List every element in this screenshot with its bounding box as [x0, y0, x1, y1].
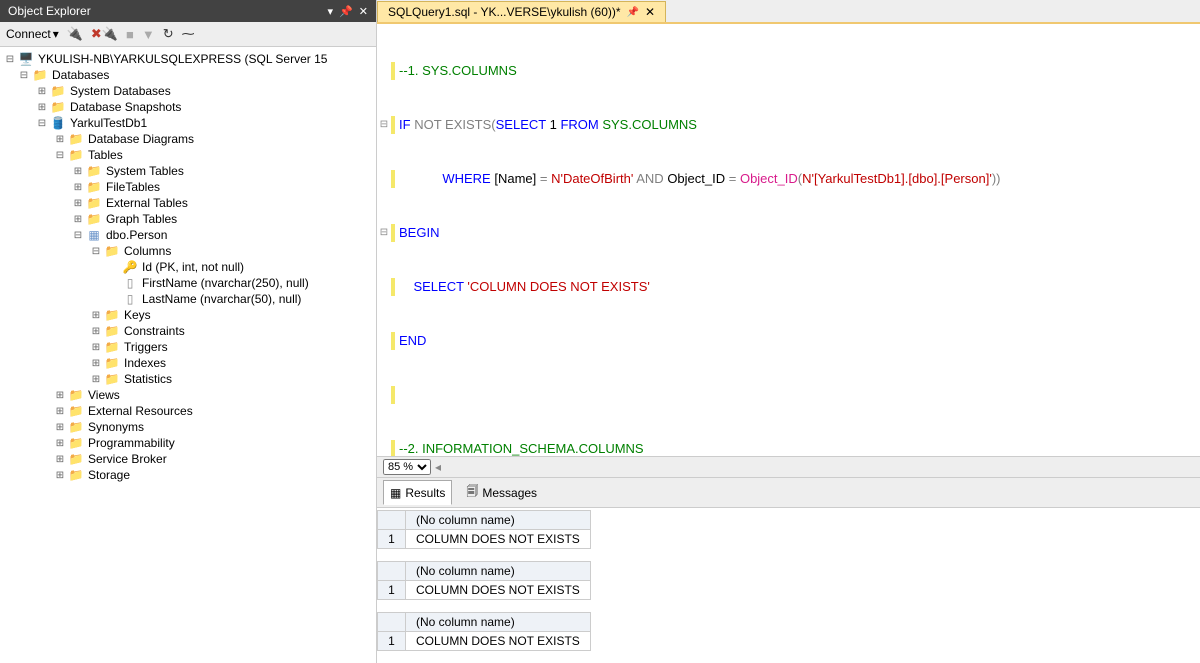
tree-diagrams[interactable]: ⊞📁Database Diagrams [54, 131, 376, 147]
tree-columns[interactable]: ⊟📁Columns [90, 243, 376, 259]
tree-col-first[interactable]: ▯FirstName (nvarchar(250), null) [108, 275, 376, 291]
tree-exttables[interactable]: ⊞📁External Tables [72, 195, 376, 211]
results-tabbar: ▦Results 🗐Messages [377, 477, 1200, 507]
tree-views[interactable]: ⊞📁Views [54, 387, 376, 403]
tree-triggers[interactable]: ⊞📁Triggers [90, 339, 376, 355]
tree-keys[interactable]: ⊞📁Keys [90, 307, 376, 323]
tree-systables[interactable]: ⊞📁System Tables [72, 163, 376, 179]
folder-icon: 📁 [86, 196, 102, 210]
folder-icon: 📁 [86, 212, 102, 226]
result-grid-3: (No column name) 1COLUMN DOES NOT EXISTS [377, 612, 591, 651]
close-icon[interactable]: ✕ [645, 5, 655, 19]
tree-programmability[interactable]: ⊞📁Programmability [54, 435, 376, 451]
dropdown-icon[interactable]: ▾ [328, 5, 334, 18]
folder-icon: 📁 [50, 84, 66, 98]
results-tab[interactable]: ▦Results [383, 480, 452, 505]
editor-tabbar: SQLQuery1.sql - YK...VERSE\ykulish (60))… [377, 0, 1200, 24]
database-icon: 🛢️ [50, 116, 66, 130]
tree-servicebroker[interactable]: ⊞📁Service Broker [54, 451, 376, 467]
tree-databases[interactable]: ⊟📁Databases [18, 67, 376, 83]
object-explorer-panel: Object Explorer ▾ 📌 ✕ Connect▾ 🔌 ✖🔌 ■ ▼ … [0, 0, 377, 663]
tree-indexes[interactable]: ⊞📁Indexes [90, 355, 376, 371]
tree-extres[interactable]: ⊞📁External Resources [54, 403, 376, 419]
folder-icon: 📁 [68, 452, 84, 466]
connect-button[interactable]: Connect▾ [6, 27, 59, 41]
tree-synonyms[interactable]: ⊞📁Synonyms [54, 419, 376, 435]
results-pane[interactable]: (No column name) 1COLUMN DOES NOT EXISTS… [377, 507, 1200, 663]
object-explorer-toolbar: Connect▾ 🔌 ✖🔌 ■ ▼ ↻ ⁓ [0, 22, 376, 47]
connect-icon[interactable]: 🔌 [67, 26, 83, 42]
tree-db[interactable]: ⊟🛢️YarkulTestDb1 [36, 115, 376, 131]
tree-storage[interactable]: ⊞📁Storage [54, 467, 376, 483]
editor-tab[interactable]: SQLQuery1.sql - YK...VERSE\ykulish (60))… [377, 1, 666, 22]
tree-graphtables[interactable]: ⊞📁Graph Tables [72, 211, 376, 227]
folder-icon: 📁 [86, 164, 102, 178]
zoom-select[interactable]: 85 % [383, 459, 431, 475]
column-icon: ▯ [122, 276, 138, 290]
tree-tables[interactable]: ⊟📁Tables [54, 147, 376, 163]
stop-icon[interactable]: ■ [126, 27, 134, 42]
table-icon: ▦ [86, 228, 102, 242]
messages-tab[interactable]: 🗐Messages [460, 480, 543, 505]
pin-icon[interactable]: 📌 [627, 7, 639, 18]
folder-icon: 📁 [50, 100, 66, 114]
folder-icon: 📁 [104, 324, 120, 338]
editor-panel: SQLQuery1.sql - YK...VERSE\ykulish (60))… [377, 0, 1200, 663]
grid-icon: ▦ [390, 486, 401, 500]
folder-icon: 📁 [68, 404, 84, 418]
disconnect-icon[interactable]: ✖🔌 [91, 26, 118, 42]
server-icon: 🖥️ [18, 52, 34, 66]
key-icon: 🔑 [122, 260, 138, 274]
tree-server[interactable]: ⊟🖥️YKULISH-NB\YARKULSQLEXPRESS (SQL Serv… [0, 51, 376, 67]
folder-icon: 📁 [86, 180, 102, 194]
folder-icon: 📁 [68, 132, 84, 146]
tree-col-id[interactable]: 🔑Id (PK, int, not null) [108, 259, 376, 275]
folder-icon: 📁 [32, 68, 48, 82]
close-icon[interactable]: ✕ [359, 5, 368, 18]
col-header[interactable]: (No column name) [406, 562, 591, 581]
tree-filetables[interactable]: ⊞📁FileTables [72, 179, 376, 195]
folder-icon: 📁 [68, 148, 84, 162]
tree-constraints[interactable]: ⊞📁Constraints [90, 323, 376, 339]
tree-dbsnap[interactable]: ⊞📁Database Snapshots [36, 99, 376, 115]
folder-icon: 📁 [104, 372, 120, 386]
col-header[interactable]: (No column name) [406, 613, 591, 632]
filter-icon[interactable]: ▼ [142, 27, 155, 42]
column-icon: ▯ [122, 292, 138, 306]
object-explorer-titlebar: Object Explorer ▾ 📌 ✕ [0, 0, 376, 22]
tree-col-last[interactable]: ▯LastName (nvarchar(50), null) [108, 291, 376, 307]
refresh-icon[interactable]: ↻ [163, 26, 174, 42]
result-grid-2: (No column name) 1COLUMN DOES NOT EXISTS [377, 561, 591, 600]
folder-icon: 📁 [68, 468, 84, 482]
folder-icon: 📁 [68, 436, 84, 450]
object-tree[interactable]: ⊟🖥️YKULISH-NB\YARKULSQLEXPRESS (SQL Serv… [0, 47, 376, 663]
result-grid-1: (No column name) 1COLUMN DOES NOT EXISTS [377, 510, 591, 549]
folder-icon: 📁 [104, 244, 120, 258]
folder-icon: 📁 [68, 420, 84, 434]
table-row[interactable]: 1COLUMN DOES NOT EXISTS [378, 581, 591, 600]
object-explorer-title: Object Explorer [8, 4, 91, 18]
scroll-left-icon[interactable]: ◂ [435, 460, 441, 474]
table-row[interactable]: 1COLUMN DOES NOT EXISTS [378, 632, 591, 651]
messages-icon: 🗐 [466, 482, 478, 503]
tree-statistics[interactable]: ⊞📁Statistics [90, 371, 376, 387]
code-editor[interactable]: --1. SYS.COLUMNS ⊟IF NOT EXISTS(SELECT 1… [377, 24, 1200, 456]
folder-icon: 📁 [104, 340, 120, 354]
col-header[interactable]: (No column name) [406, 511, 591, 530]
activity-icon[interactable]: ⁓ [182, 26, 195, 42]
folder-icon: 📁 [68, 388, 84, 402]
folder-icon: 📁 [104, 308, 120, 322]
zoom-bar: 85 % ◂ [377, 456, 1200, 477]
folder-icon: 📁 [104, 356, 120, 370]
tab-title: SQLQuery1.sql - YK...VERSE\ykulish (60))… [388, 5, 621, 19]
pin-icon[interactable]: 📌 [339, 5, 353, 18]
tree-sysdb[interactable]: ⊞📁System Databases [36, 83, 376, 99]
table-row[interactable]: 1COLUMN DOES NOT EXISTS [378, 530, 591, 549]
tree-dbo-person[interactable]: ⊟▦dbo.Person [72, 227, 376, 243]
